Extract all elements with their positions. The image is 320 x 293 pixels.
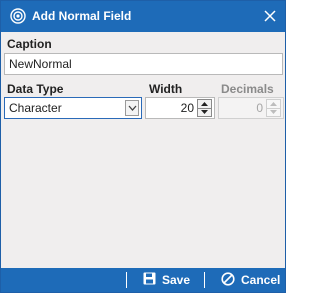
width-stepper[interactable]: 20 bbox=[145, 97, 215, 119]
add-normal-field-dialog: Add Normal Field Caption Data Type Chara… bbox=[0, 0, 286, 293]
caption-input[interactable] bbox=[4, 53, 283, 75]
data-type-value: Character bbox=[9, 101, 62, 115]
gear-icon bbox=[10, 8, 26, 24]
increment-icon[interactable] bbox=[197, 99, 212, 109]
decimals-stepper: 0 bbox=[218, 97, 284, 119]
decimals-label: Decimals bbox=[221, 82, 274, 96]
separator bbox=[204, 272, 205, 288]
decimals-value: 0 bbox=[256, 101, 263, 115]
width-label: Width bbox=[149, 82, 183, 96]
separator bbox=[126, 272, 127, 288]
title-bar: Add Normal Field bbox=[1, 1, 285, 32]
chevron-down-icon[interactable] bbox=[125, 100, 139, 116]
dialog-title: Add Normal Field bbox=[32, 9, 132, 23]
caption-label: Caption bbox=[7, 37, 52, 51]
width-value: 20 bbox=[180, 101, 194, 115]
floppy-disk-icon bbox=[143, 272, 156, 288]
save-label: Save bbox=[162, 273, 191, 287]
close-icon[interactable] bbox=[259, 5, 281, 27]
cancel-button[interactable]: Cancel bbox=[221, 268, 280, 292]
data-type-select[interactable]: Character bbox=[4, 97, 142, 119]
cancel-circle-icon bbox=[221, 271, 235, 289]
decrement-icon[interactable] bbox=[197, 108, 212, 117]
save-button[interactable]: Save bbox=[143, 268, 190, 292]
increment-icon bbox=[266, 99, 281, 109]
data-type-label: Data Type bbox=[7, 82, 64, 96]
dialog-footer: Save Cancel bbox=[1, 268, 285, 292]
cancel-label: Cancel bbox=[241, 273, 281, 287]
decrement-icon bbox=[266, 108, 281, 117]
